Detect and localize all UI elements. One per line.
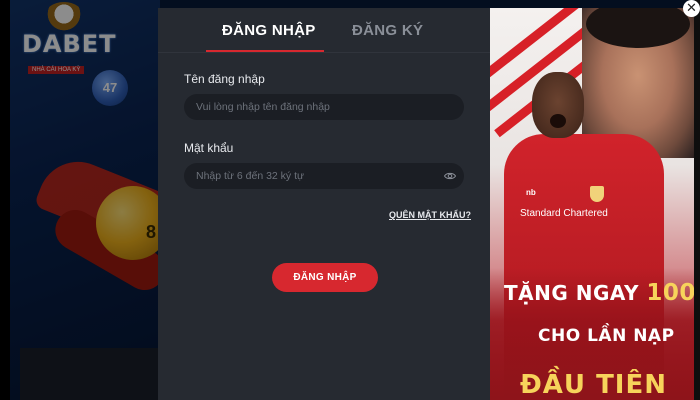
- player-head-image: [550, 114, 566, 128]
- username-label: Tên đăng nhập: [184, 72, 265, 86]
- promo-percentage: 100%: [646, 280, 694, 306]
- forgot-password-link[interactable]: QUÊN MẬT KHẨU?: [389, 210, 471, 220]
- sponsor-logo: Standard Chartered: [520, 208, 608, 219]
- promo-headline-text: TẶNG NGAY: [504, 281, 639, 305]
- username-input[interactable]: [184, 94, 464, 120]
- promo-tagline: ĐẦU TIÊN: [520, 370, 668, 400]
- eye-icon[interactable]: [444, 170, 456, 182]
- password-field-wrapper: [184, 163, 464, 189]
- login-submit-button[interactable]: ĐĂNG NHẬP: [272, 263, 378, 292]
- tab-login[interactable]: ĐĂNG NHẬP: [222, 22, 316, 39]
- promo-headline: TẶNG NGAY 100%: [504, 280, 694, 306]
- kit-brand-logo: nb: [526, 188, 536, 197]
- tabs-divider: [158, 52, 490, 53]
- login-modal: ĐĂNG NHẬP ĐĂNG KÝ Tên đăng nhập Mật khẩu…: [158, 8, 490, 400]
- tab-register[interactable]: ĐĂNG KÝ: [352, 22, 423, 39]
- password-label: Mật khẩu: [184, 141, 234, 155]
- player-head-image: [532, 72, 584, 138]
- promo-subline: CHO LẦN NẠP: [538, 326, 675, 346]
- club-crest-icon: [590, 186, 604, 202]
- username-field-wrapper: [184, 94, 464, 120]
- password-input[interactable]: [184, 163, 464, 189]
- close-icon[interactable]: ✕: [683, 0, 700, 17]
- auth-tabs: ĐĂNG NHẬP ĐĂNG KÝ: [158, 8, 490, 53]
- promo-banner: nb Standard Chartered TẶNG NGAY 100% CHO…: [490, 8, 694, 400]
